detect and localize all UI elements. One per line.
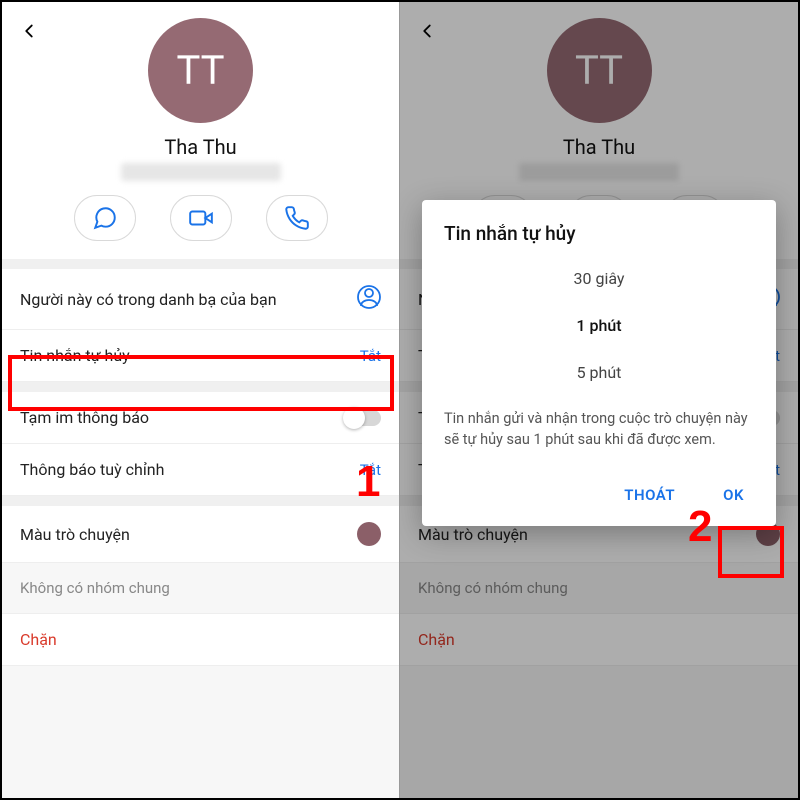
row-in-contacts[interactable]: Người này có trong danh bạ của bạn xyxy=(2,269,399,330)
dialog-ok-button[interactable]: OK xyxy=(713,478,754,512)
dialog-description: Tin nhắn gửi và nhận trong cuộc trò chuy… xyxy=(444,408,754,450)
profile-header: TT Tha Thu xyxy=(2,2,399,259)
row-block: Chặn xyxy=(400,613,798,666)
profile-phone-blurred xyxy=(519,163,679,181)
video-call-button[interactable] xyxy=(170,195,232,241)
profile-phone-blurred xyxy=(121,163,281,181)
row-chat-color[interactable]: Màu trò chuyện xyxy=(2,506,399,563)
mute-toggle[interactable] xyxy=(345,410,381,426)
row-label: Màu trò chuyện xyxy=(20,525,130,544)
callout-2: 2 xyxy=(688,502,712,552)
avatar[interactable]: TT xyxy=(148,18,253,123)
callout-1: 1 xyxy=(356,457,380,507)
row-label: Tạm im thông báo xyxy=(20,408,149,427)
dialog-cancel-button[interactable]: THOÁT xyxy=(614,478,685,512)
action-row xyxy=(2,195,399,259)
voice-call-button[interactable] xyxy=(266,195,328,241)
dialog-title: Tin nhắn tự hủy xyxy=(444,222,754,245)
right-screenshot: TT Tha Thu Người này có trong danh bạ củ… xyxy=(400,2,798,798)
row-label: Người này có trong danh bạ của bạn xyxy=(20,290,277,309)
back-button[interactable] xyxy=(412,16,442,46)
row-label: Chặn xyxy=(418,630,455,649)
row-mute[interactable]: Tạm im thông báo xyxy=(2,392,399,444)
back-button[interactable] xyxy=(14,16,44,46)
option-1m[interactable]: 1 phút xyxy=(444,302,754,349)
row-value: Tắt xyxy=(360,347,381,365)
option-5m[interactable]: 5 phút xyxy=(444,349,754,396)
row-no-groups: Không có nhóm chung xyxy=(2,563,399,613)
row-self-destruct[interactable]: Tin nhắn tự hủy Tắt xyxy=(2,330,399,382)
row-label: Chặn xyxy=(20,630,57,649)
profile-name: Tha Thu xyxy=(2,135,399,159)
row-custom-notify[interactable]: Thông báo tuỳ chỉnh Tắt xyxy=(2,444,399,496)
message-button[interactable] xyxy=(74,195,136,241)
profile-name: Tha Thu xyxy=(400,135,798,159)
row-label: Tin nhắn tự hủy xyxy=(20,346,130,365)
dialog-options: 30 giây 1 phút 5 phút xyxy=(444,255,754,396)
self-destruct-dialog: Tin nhắn tự hủy 30 giây 1 phút 5 phút Ti… xyxy=(422,200,776,526)
row-label: Màu trò chuyện xyxy=(418,525,528,544)
avatar: TT xyxy=(547,18,652,123)
color-swatch xyxy=(357,522,381,546)
contact-icon xyxy=(357,285,381,313)
option-30s[interactable]: 30 giây xyxy=(444,255,754,302)
row-block[interactable]: Chặn xyxy=(2,613,399,666)
left-screenshot: TT Tha Thu Người này có trong danh bạ củ… xyxy=(2,2,400,798)
row-label: Thông báo tuỳ chỉnh xyxy=(20,460,164,479)
row-no-groups: Không có nhóm chung xyxy=(400,563,798,613)
